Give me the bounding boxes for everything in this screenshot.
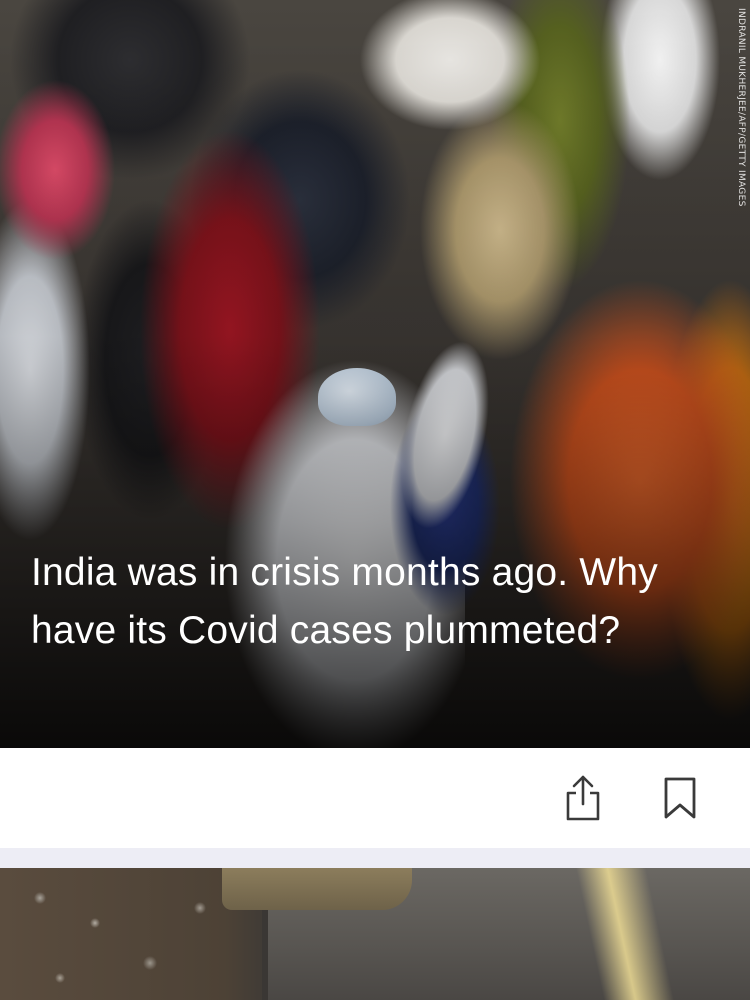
feed-divider: [0, 848, 750, 868]
share-icon: [566, 775, 600, 821]
bookmark-button[interactable]: [654, 770, 706, 826]
story-action-bar: [0, 748, 750, 848]
photo-ledge-edge: [222, 868, 412, 910]
story-card[interactable]: INDRANIL MUKHERJEE/AFP/GETTY IMAGES Indi…: [0, 0, 750, 748]
next-story-photo[interactable]: [0, 868, 750, 1000]
photo-credit: INDRANIL MUKHERJEE/AFP/GETTY IMAGES: [736, 8, 746, 207]
bookmark-icon: [664, 777, 696, 819]
story-headline[interactable]: India was in crisis months ago. Why have…: [31, 544, 691, 660]
share-button[interactable]: [557, 770, 609, 826]
